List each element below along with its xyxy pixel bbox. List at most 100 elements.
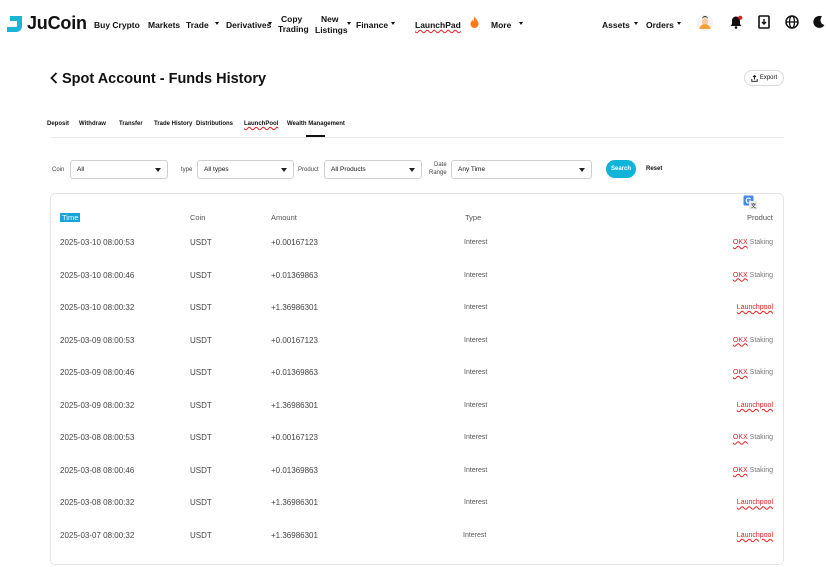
- moon-icon[interactable]: [812, 15, 826, 29]
- table-row: 2025-03-09 08:00:32 USDT +1.36986301 Intere…: [51, 401, 783, 433]
- nav-copy-trading-line1[interactable]: Copy: [281, 14, 302, 24]
- search-button[interactable]: Search: [606, 160, 636, 178]
- cell-amount: +1.36986301: [271, 303, 318, 313]
- nav-new-listings-line2[interactable]: Listings: [315, 25, 348, 35]
- product-name: Staking: [747, 466, 773, 474]
- new-listings-chevron-down-icon[interactable]: [347, 22, 351, 25]
- tab-trade-history[interactable]: Trade History: [154, 121, 192, 127]
- cell-time: 2025-03-10 08:00:46: [60, 270, 135, 280]
- cell-product: Launchpool: [737, 304, 773, 311]
- more-chevron-down-icon[interactable]: [519, 22, 523, 25]
- column-header-product: Product: [747, 213, 773, 222]
- product-name: Staking: [747, 336, 773, 344]
- tab-distributions[interactable]: Distributions: [196, 121, 233, 127]
- product-name: Launchpool: [736, 401, 773, 409]
- chevron-down-icon: [155, 168, 161, 172]
- cell-amount: +1.36986301: [271, 400, 318, 410]
- cell-type: Interest: [463, 531, 487, 539]
- assets-chevron-down-icon[interactable]: [634, 22, 638, 25]
- reset-button[interactable]: Reset: [646, 166, 662, 172]
- tabs-divider: [50, 137, 784, 138]
- cell-coin: USDT: [190, 238, 212, 247]
- cell-time: 2025-03-08 08:00:53: [60, 433, 135, 443]
- cell-type: Interest: [464, 271, 488, 279]
- nav-orders[interactable]: Orders: [646, 20, 674, 30]
- cell-time: 2025-03-10 08:00:32: [60, 303, 135, 313]
- cell-type: Interest: [464, 401, 488, 409]
- cell-coin: USDT: [190, 433, 212, 443]
- date-range-select[interactable]: Any Time: [451, 160, 592, 179]
- bell-icon[interactable]: [729, 15, 743, 29]
- cell-coin: USDT: [190, 498, 212, 508]
- back-arrow-icon[interactable]: [50, 72, 58, 84]
- cell-type: Interest: [464, 304, 488, 312]
- cell-coin: USDT: [190, 530, 212, 540]
- cell-amount: +0.01369863: [271, 270, 318, 280]
- derivatives-chevron-down-icon[interactable]: [268, 22, 272, 25]
- tab-wealth-management[interactable]: Wealth Management: [287, 121, 345, 127]
- nav-more[interactable]: More: [491, 20, 511, 30]
- nav-derivatives[interactable]: Derivatives: [226, 20, 271, 30]
- cell-time: 2025-03-07 08:00:32: [60, 530, 135, 540]
- product-name: Launchpool: [736, 499, 773, 507]
- date-range-label-line2: Range: [429, 170, 447, 176]
- translate-icon[interactable]: G: [743, 195, 758, 210]
- cell-coin: USDT: [190, 400, 212, 410]
- finance-chevron-down-icon[interactable]: [391, 22, 395, 25]
- export-button[interactable]: Export: [744, 70, 784, 86]
- orders-chevron-down-icon[interactable]: [677, 22, 681, 25]
- cell-time: 2025-03-09 08:00:46: [60, 368, 135, 378]
- export-icon: [751, 74, 758, 82]
- cell-type: Interest: [464, 336, 488, 344]
- table-row: 2025-03-10 08:00:46 USDT +0.01369863 Intere…: [51, 271, 783, 303]
- product-name: Staking: [747, 369, 773, 377]
- cell-time: 2025-03-08 08:00:46: [60, 465, 135, 475]
- nav-assets[interactable]: Assets: [602, 20, 630, 30]
- product-name: Staking: [747, 239, 773, 246]
- product-prefix: OKX: [732, 239, 748, 246]
- cell-coin: USDT: [190, 303, 212, 313]
- type-select[interactable]: All types: [197, 160, 294, 179]
- top-nav-bar: JuCoin Buy Crypto Markets Trade Derivati…: [0, 0, 826, 46]
- cell-amount: +0.00167123: [271, 238, 318, 247]
- product-select[interactable]: All Products: [324, 160, 422, 179]
- tab-withdraw[interactable]: Withdraw: [79, 121, 106, 127]
- cell-time: 2025-03-09 08:00:32: [60, 400, 135, 410]
- nav-finance[interactable]: Finance: [356, 20, 388, 30]
- nav-buy-crypto[interactable]: Buy Crypto: [94, 20, 140, 30]
- jucoin-logo[interactable]: JuCoin: [6, 13, 87, 34]
- chevron-down-icon: [409, 168, 415, 172]
- cell-type: Interest: [464, 434, 488, 442]
- coin-select[interactable]: All: [70, 160, 168, 179]
- tab-deposit[interactable]: Deposit: [47, 121, 69, 127]
- product-prefix: OKX: [732, 466, 748, 474]
- cell-type: Interest: [464, 499, 488, 507]
- avatar[interactable]: [697, 15, 713, 31]
- nav-launchpad[interactable]: LaunchPad: [415, 20, 461, 30]
- product-prefix: OKX: [732, 369, 748, 377]
- tab-launchpool[interactable]: LaunchPool: [244, 121, 278, 127]
- nav-markets[interactable]: Markets: [148, 20, 180, 30]
- coin-select-value: All: [77, 166, 85, 173]
- cell-amount: +1.36986301: [271, 498, 318, 508]
- cell-product: Launchpool: [737, 499, 773, 506]
- nav-trade[interactable]: Trade: [186, 20, 209, 30]
- cell-product: Launchpool: [737, 532, 773, 539]
- chevron-down-icon: [579, 168, 585, 172]
- cell-product: OKX Staking: [733, 337, 773, 344]
- date-range-select-value: Any Time: [458, 166, 486, 173]
- type-filter-label: type: [181, 167, 193, 173]
- cell-amount: +0.01369863: [271, 368, 318, 378]
- tab-transfer[interactable]: Transfer: [119, 121, 143, 127]
- nav-copy-trading-line2[interactable]: Trading: [278, 24, 309, 34]
- download-icon[interactable]: [757, 15, 771, 29]
- cell-amount: +0.01369863: [271, 465, 318, 475]
- column-header-coin: Coin: [190, 213, 206, 222]
- product-select-value: All Products: [331, 166, 366, 173]
- column-header-time[interactable]: Time: [60, 213, 81, 222]
- trade-chevron-down-icon[interactable]: [215, 22, 219, 25]
- cell-coin: USDT: [190, 465, 212, 475]
- globe-icon[interactable]: [785, 15, 799, 29]
- nav-new-listings-line1[interactable]: New: [321, 14, 338, 24]
- table-row: 2025-03-10 08:00:32 USDT +1.36986301 Intere…: [51, 303, 783, 335]
